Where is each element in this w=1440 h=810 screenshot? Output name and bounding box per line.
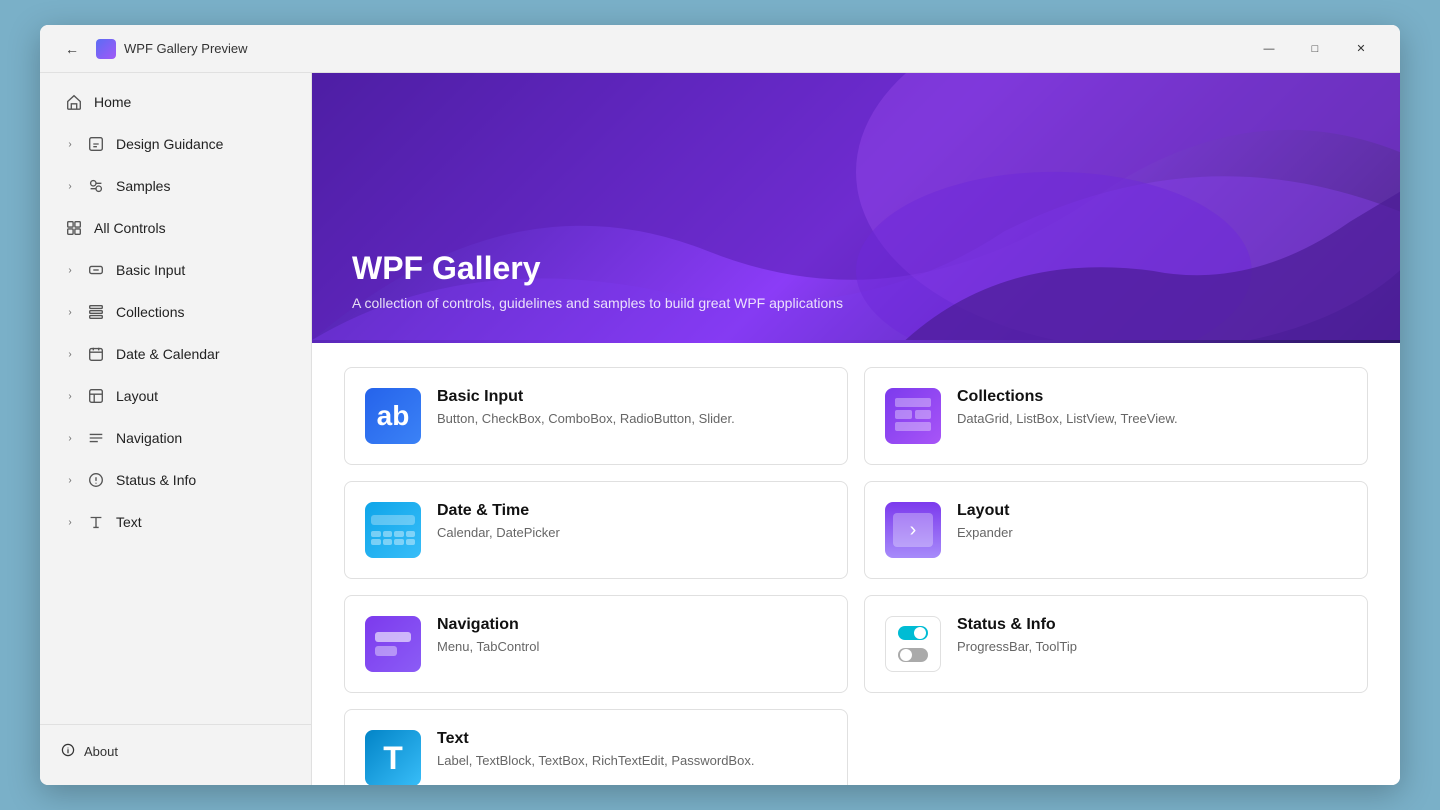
app-window: ← WPF Gallery Preview — □ ✕ Home › bbox=[40, 25, 1400, 785]
sidebar-item-collections-label: Collections bbox=[116, 304, 287, 320]
sidebar-item-samples-label: Samples bbox=[116, 178, 287, 194]
calendar-icon bbox=[86, 344, 106, 364]
sidebar-item-layout[interactable]: › Layout bbox=[48, 376, 303, 416]
sidebar-item-date-calendar-label: Date & Calendar bbox=[116, 346, 287, 362]
card-icon-text: T bbox=[365, 730, 421, 785]
sidebar-item-collections[interactable]: › Collections bbox=[48, 292, 303, 332]
cards-container: ab Basic Input Button, CheckBox, ComboBo… bbox=[312, 343, 1400, 785]
controls-icon bbox=[64, 218, 84, 238]
card-icon-layout: › bbox=[885, 502, 941, 558]
card-body-navigation: Navigation Menu, TabControl bbox=[437, 616, 539, 656]
sidebar-item-home[interactable]: Home bbox=[48, 82, 303, 122]
sidebar-item-all-controls[interactable]: All Controls bbox=[48, 208, 303, 248]
maximize-button[interactable]: □ bbox=[1292, 33, 1338, 65]
chevron-right-icon: › bbox=[64, 432, 76, 444]
card-icon-navigation bbox=[365, 616, 421, 672]
collections-icon bbox=[86, 302, 106, 322]
info-icon bbox=[60, 742, 76, 761]
chevron-right-icon: › bbox=[64, 138, 76, 150]
card-icon-status bbox=[885, 616, 941, 672]
sidebar-item-basic-input[interactable]: › Basic Input bbox=[48, 250, 303, 290]
sidebar-item-status-info[interactable]: › Status & Info bbox=[48, 460, 303, 500]
card-desc-navigation: Menu, TabControl bbox=[437, 638, 539, 656]
hero-title: WPF Gallery bbox=[352, 250, 843, 287]
card-title-layout: Layout bbox=[957, 502, 1013, 520]
card-body-datetime: Date & Time Calendar, DatePicker bbox=[437, 502, 560, 542]
hero-banner: WPF Gallery A collection of controls, gu… bbox=[312, 73, 1400, 343]
hero-subtitle: A collection of controls, guidelines and… bbox=[352, 295, 843, 311]
minimize-button[interactable]: — bbox=[1246, 33, 1292, 65]
status-icon bbox=[86, 470, 106, 490]
window-controls: — □ ✕ bbox=[1246, 33, 1384, 65]
titlebar: ← WPF Gallery Preview — □ ✕ bbox=[40, 25, 1400, 73]
sidebar-item-samples[interactable]: › Samples bbox=[48, 166, 303, 206]
sidebar-item-all-controls-label: All Controls bbox=[94, 220, 287, 236]
card-layout[interactable]: › Layout Expander bbox=[864, 481, 1368, 579]
sidebar-item-text[interactable]: › Text bbox=[48, 502, 303, 542]
sidebar-item-layout-label: Layout bbox=[116, 388, 287, 404]
about-button[interactable]: About bbox=[48, 733, 303, 769]
layout-icon bbox=[86, 386, 106, 406]
card-desc-status-info: ProgressBar, ToolTip bbox=[957, 638, 1077, 656]
sidebar-item-navigation-label: Navigation bbox=[116, 430, 287, 446]
right-panel: WPF Gallery A collection of controls, gu… bbox=[312, 73, 1400, 785]
text-icon bbox=[86, 512, 106, 532]
card-title-navigation: Navigation bbox=[437, 616, 539, 634]
sidebar-item-date-calendar[interactable]: › Date & Calendar bbox=[48, 334, 303, 374]
card-icon-basic-input: ab bbox=[365, 388, 421, 444]
samples-icon bbox=[86, 176, 106, 196]
card-icon-collections bbox=[885, 388, 941, 444]
chevron-right-icon: › bbox=[64, 474, 76, 486]
app-icon bbox=[96, 39, 116, 59]
navigation-icon bbox=[86, 428, 106, 448]
back-button[interactable]: ← bbox=[56, 33, 88, 65]
card-body-status-info: Status & Info ProgressBar, ToolTip bbox=[957, 616, 1077, 656]
sidebar-item-basic-input-label: Basic Input bbox=[116, 262, 287, 278]
card-icon-datetime bbox=[365, 502, 421, 558]
input-icon bbox=[86, 260, 106, 280]
about-label: About bbox=[84, 744, 118, 759]
card-body-layout: Layout Expander bbox=[957, 502, 1013, 542]
home-icon bbox=[64, 92, 84, 112]
sidebar-bottom: About bbox=[40, 724, 311, 777]
card-basic-input[interactable]: ab Basic Input Button, CheckBox, ComboBo… bbox=[344, 367, 848, 465]
card-navigation[interactable]: Navigation Menu, TabControl bbox=[344, 595, 848, 693]
main-content: Home › Design Guidance › Samples bbox=[40, 73, 1400, 785]
card-text[interactable]: T Text Label, TextBlock, TextBox, RichTe… bbox=[344, 709, 848, 785]
card-title-basic-input: Basic Input bbox=[437, 388, 735, 406]
card-body-text: Text Label, TextBlock, TextBox, RichText… bbox=[437, 730, 754, 770]
design-icon bbox=[86, 134, 106, 154]
card-datetime[interactable]: Date & Time Calendar, DatePicker bbox=[344, 481, 848, 579]
card-body-basic-input: Basic Input Button, CheckBox, ComboBox, … bbox=[437, 388, 735, 428]
card-title-datetime: Date & Time bbox=[437, 502, 560, 520]
sidebar-item-navigation[interactable]: › Navigation bbox=[48, 418, 303, 458]
hero-text: WPF Gallery A collection of controls, gu… bbox=[352, 250, 843, 311]
chevron-right-icon: › bbox=[64, 390, 76, 402]
chevron-right-icon: › bbox=[64, 180, 76, 192]
card-title-status-info: Status & Info bbox=[957, 616, 1077, 634]
close-button[interactable]: ✕ bbox=[1338, 33, 1384, 65]
card-collections[interactable]: Collections DataGrid, ListBox, ListView,… bbox=[864, 367, 1368, 465]
chevron-right-icon: › bbox=[64, 348, 76, 360]
sidebar-item-design-guidance[interactable]: › Design Guidance bbox=[48, 124, 303, 164]
sidebar-item-text-label: Text bbox=[116, 514, 287, 530]
card-title-text: Text bbox=[437, 730, 754, 748]
card-title-collections: Collections bbox=[957, 388, 1178, 406]
card-desc-text: Label, TextBlock, TextBox, RichTextEdit,… bbox=[437, 752, 754, 770]
sidebar-item-status-info-label: Status & Info bbox=[116, 472, 287, 488]
card-desc-collections: DataGrid, ListBox, ListView, TreeView. bbox=[957, 410, 1178, 428]
card-desc-datetime: Calendar, DatePicker bbox=[437, 524, 560, 542]
chevron-right-icon: › bbox=[64, 306, 76, 318]
chevron-right-icon: › bbox=[64, 264, 76, 276]
card-desc-layout: Expander bbox=[957, 524, 1013, 542]
card-status-info[interactable]: Status & Info ProgressBar, ToolTip bbox=[864, 595, 1368, 693]
card-desc-basic-input: Button, CheckBox, ComboBox, RadioButton,… bbox=[437, 410, 735, 428]
card-body-collections: Collections DataGrid, ListBox, ListView,… bbox=[957, 388, 1178, 428]
window-title: WPF Gallery Preview bbox=[124, 41, 1246, 56]
sidebar: Home › Design Guidance › Samples bbox=[40, 73, 312, 785]
chevron-right-icon: › bbox=[64, 516, 76, 528]
sidebar-item-home-label: Home bbox=[94, 94, 287, 110]
sidebar-item-design-guidance-label: Design Guidance bbox=[116, 136, 287, 152]
